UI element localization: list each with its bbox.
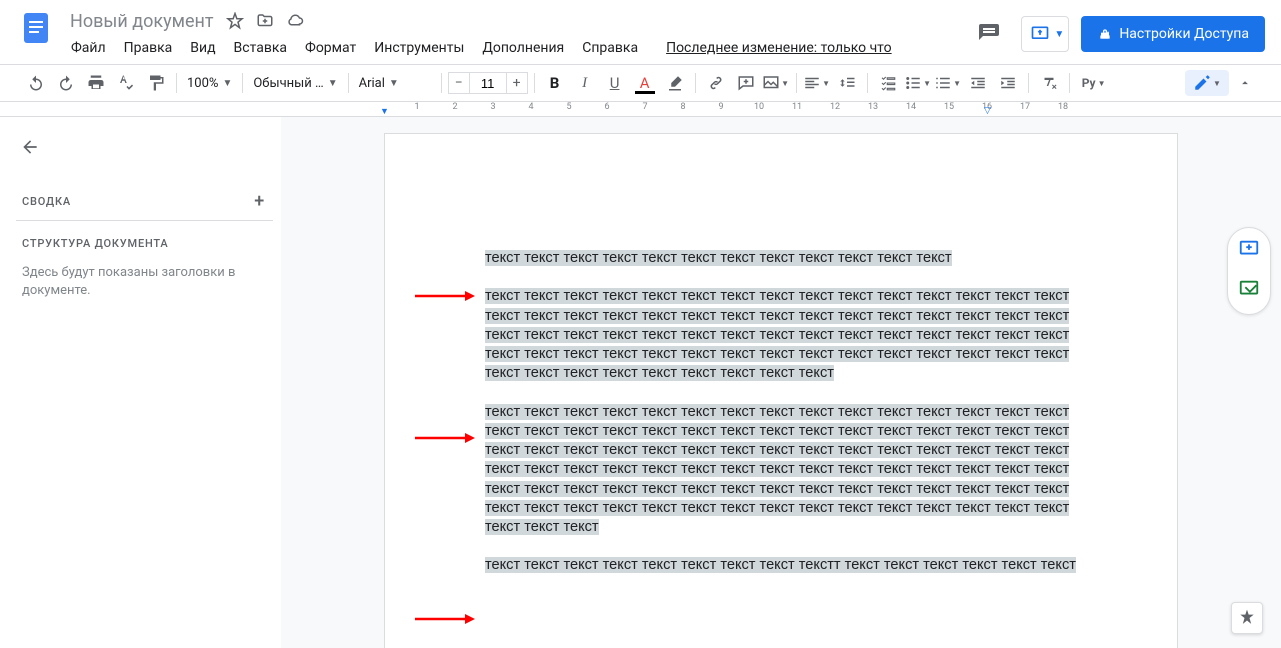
underline-button[interactable]: U: [601, 70, 629, 96]
chevron-down-icon: ▼: [1054, 29, 1064, 40]
indent-marker-right-icon[interactable]: ▽: [984, 106, 991, 116]
hide-menus-button[interactable]: [1231, 70, 1259, 96]
bulleted-list-button[interactable]: ▼: [904, 70, 932, 96]
paragraph[interactable]: текст текст текст текст текст текст текс…: [485, 556, 1077, 575]
title-row: Новый документ: [64, 8, 969, 34]
menu-file[interactable]: Файл: [64, 36, 113, 60]
star-icon[interactable]: [226, 12, 244, 30]
menu-addons[interactable]: Дополнения: [475, 36, 571, 60]
font-size-control: − +: [448, 72, 528, 94]
summary-row: СВОДКА +: [16, 183, 273, 221]
paint-format-button[interactable]: [142, 70, 170, 96]
insert-comment-button[interactable]: [732, 70, 760, 96]
toolbar: 100%▼ Обычный …▼ Arial▼ − + B I U A ▼ ▼ …: [0, 64, 1281, 102]
share-button[interactable]: Настройки Доступа: [1081, 16, 1265, 52]
workspace: СВОДКА + СТРУКТУРА ДОКУМЕНТА Здесь будут…: [0, 117, 1281, 648]
decrease-font-button[interactable]: −: [448, 72, 470, 94]
decrease-indent-button[interactable]: [964, 70, 992, 96]
chevron-down-icon: ▼: [222, 78, 232, 89]
undo-button[interactable]: [22, 70, 50, 96]
numbered-list-button[interactable]: ▼: [934, 70, 962, 96]
floating-comment-tools: [1227, 227, 1271, 315]
paragraph[interactable]: текст текст текст текст текст текст текс…: [485, 249, 1077, 268]
text-color-button[interactable]: A: [631, 70, 659, 96]
cloud-icon[interactable]: [286, 12, 304, 30]
menu-edit[interactable]: Правка: [117, 36, 180, 60]
font-select[interactable]: Arial▼: [355, 70, 435, 96]
paragraph[interactable]: [485, 537, 1077, 556]
indent-marker-left-icon[interactable]: ▼: [380, 106, 389, 116]
editing-mode-button[interactable]: ▼: [1185, 70, 1229, 96]
redo-button[interactable]: [52, 70, 80, 96]
header: Новый документ Файл Правка Вид Вставка Ф…: [0, 0, 1281, 64]
annotation-arrow-icon: [415, 612, 475, 626]
bold-button[interactable]: B: [541, 70, 569, 96]
input-tools-button[interactable]: Py▼: [1076, 70, 1112, 96]
document-canvas[interactable]: текст текст текст текст текст текст текс…: [281, 117, 1281, 648]
page[interactable]: текст текст текст текст текст текст текс…: [384, 133, 1178, 648]
font-size-input[interactable]: [470, 72, 506, 94]
close-outline-button[interactable]: [16, 133, 273, 165]
add-comment-icon[interactable]: [1238, 238, 1260, 264]
comments-history-icon[interactable]: [969, 14, 1009, 54]
menu-view[interactable]: Вид: [183, 36, 222, 60]
move-icon[interactable]: [256, 12, 274, 30]
last-change-link[interactable]: Последнее изменение: только что: [659, 36, 899, 60]
summary-heading: СВОДКА: [22, 195, 71, 208]
print-button[interactable]: [82, 70, 110, 96]
suggest-edits-icon[interactable]: [1238, 278, 1260, 304]
paragraph[interactable]: текст текст текст текст текст текст текс…: [485, 403, 1077, 538]
present-button[interactable]: ▼: [1021, 16, 1069, 52]
insert-link-button[interactable]: [702, 70, 730, 96]
menu-format[interactable]: Формат: [298, 36, 363, 60]
spellcheck-button[interactable]: [112, 70, 140, 96]
share-label: Настройки Доступа: [1119, 26, 1249, 42]
italic-button[interactable]: I: [571, 70, 599, 96]
align-button[interactable]: ▼: [803, 70, 831, 96]
outline-sidebar: СВОДКА + СТРУКТУРА ДОКУМЕНТА Здесь будут…: [0, 117, 281, 648]
ruler[interactable]: 21123456789101112131415161718 ▼ ▽: [0, 102, 1281, 117]
menu-tools[interactable]: Инструменты: [367, 36, 471, 60]
insert-image-button[interactable]: ▼: [762, 70, 790, 96]
doc-content[interactable]: текст текст текст текст текст текст текс…: [485, 249, 1077, 576]
paragraph[interactable]: [485, 268, 1077, 287]
style-select[interactable]: Обычный …▼: [249, 70, 341, 96]
increase-indent-button[interactable]: [994, 70, 1022, 96]
increase-font-button[interactable]: +: [506, 72, 528, 94]
outline-empty-text: Здесь будут показаны заголовки в докумен…: [16, 264, 273, 300]
menu-insert[interactable]: Вставка: [227, 36, 294, 60]
title-area: Новый документ Файл Правка Вид Вставка Ф…: [64, 8, 969, 60]
clear-formatting-button[interactable]: [1035, 70, 1063, 96]
explore-button[interactable]: [1231, 602, 1263, 634]
docs-logo[interactable]: [16, 8, 56, 48]
header-right: ▼ Настройки Доступа: [969, 8, 1265, 54]
doc-title[interactable]: Новый документ: [64, 9, 220, 34]
highlight-button[interactable]: [661, 70, 689, 96]
menubar: Файл Правка Вид Вставка Формат Инструмен…: [64, 36, 969, 60]
chevron-down-icon: ▼: [389, 78, 399, 89]
menu-help[interactable]: Справка: [575, 36, 645, 60]
annotation-arrow-icon: [415, 289, 475, 303]
structure-heading: СТРУКТУРА ДОКУМЕНТА: [16, 237, 273, 250]
paragraph[interactable]: [485, 384, 1077, 403]
paragraph[interactable]: текст текст текст текст текст текст текс…: [485, 287, 1077, 383]
annotation-arrow-icon: [415, 431, 475, 445]
add-summary-button[interactable]: +: [254, 191, 265, 212]
checklist-button[interactable]: [874, 70, 902, 96]
line-spacing-button[interactable]: [833, 70, 861, 96]
zoom-select[interactable]: 100%▼: [183, 70, 236, 96]
chevron-down-icon: ▼: [328, 78, 338, 89]
